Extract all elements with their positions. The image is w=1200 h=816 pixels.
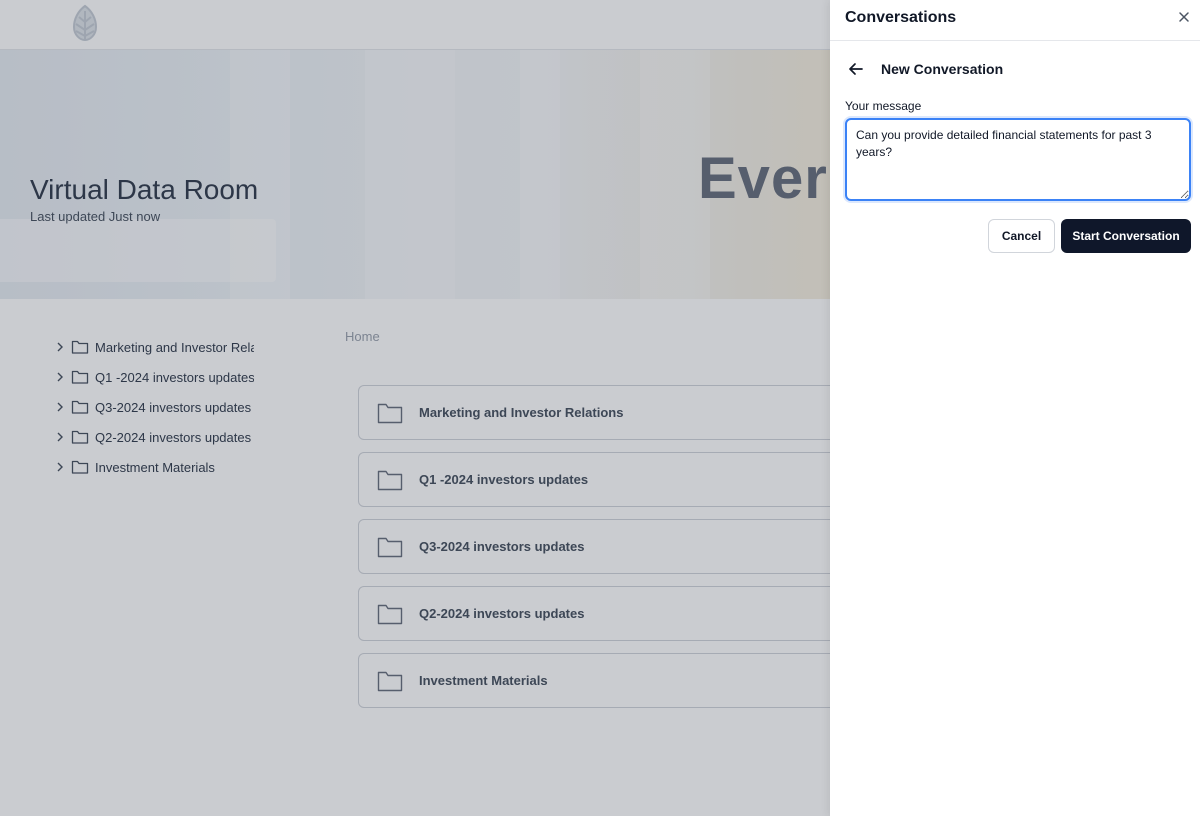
cancel-button[interactable]: Cancel	[988, 219, 1055, 253]
new-conversation-heading: New Conversation	[881, 61, 1004, 77]
start-conversation-button[interactable]: Start Conversation	[1061, 219, 1191, 253]
drawer-header: Conversations	[830, 0, 1200, 41]
message-input[interactable]: Can you provide detailed financial state…	[845, 118, 1191, 201]
modal-backdrop[interactable]	[0, 0, 830, 816]
conversations-drawer: Conversations New Conversation Your mess…	[830, 0, 1200, 816]
arrow-left-icon[interactable]	[847, 60, 865, 78]
message-label: Your message	[845, 99, 922, 113]
drawer-title: Conversations	[845, 9, 957, 26]
close-icon[interactable]	[1176, 9, 1192, 25]
